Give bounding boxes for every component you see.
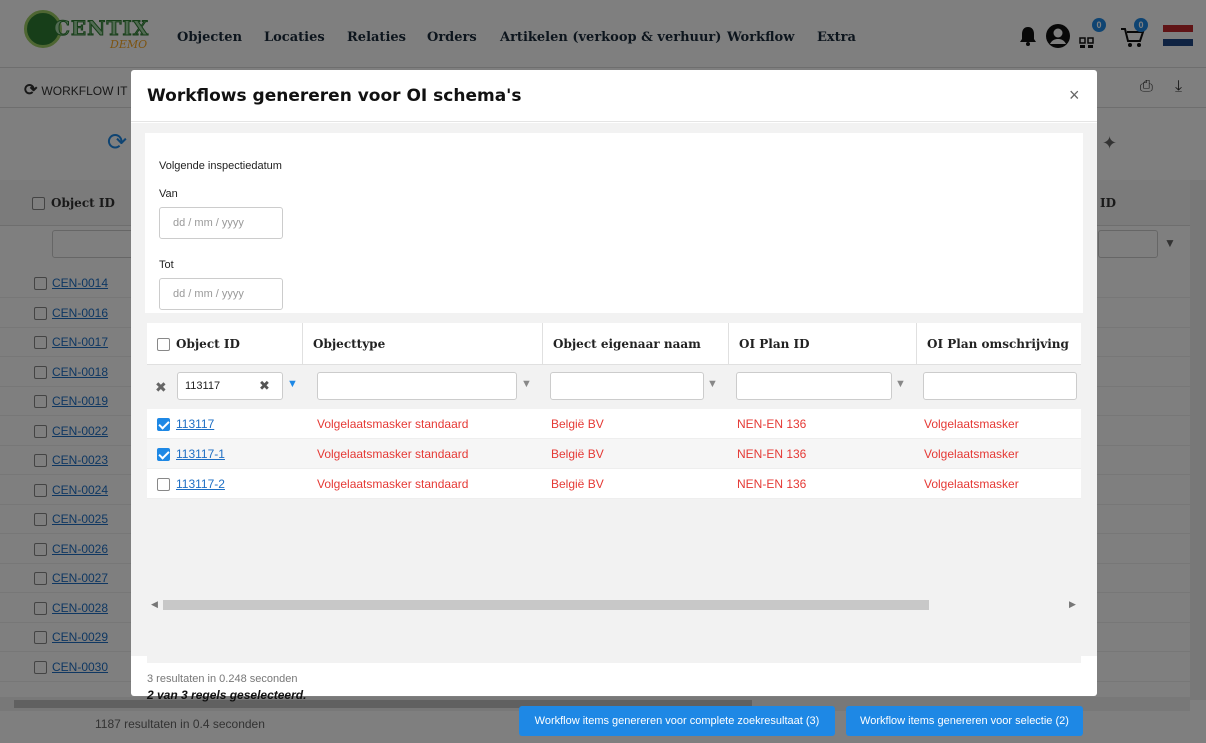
grid-header: Object ID Objecttype Object eigenaar naa…	[147, 323, 1081, 365]
col-eigenaar[interactable]: Object eigenaar naam	[543, 323, 729, 365]
eigenaar-filter-icon[interactable]: ▼	[707, 378, 718, 390]
grid-row[interactable]: 113117 Volgelaatsmasker standaard België B…	[147, 409, 1081, 439]
to-label: Tot	[159, 259, 174, 271]
col-objecttype[interactable]: Objecttype	[303, 323, 543, 365]
generate-all-button[interactable]: Workflow items genereren voor complete z…	[519, 706, 835, 736]
cell-omschrijving: Volgelaatsmasker	[924, 447, 1019, 461]
cell-omschrijving: Volgelaatsmasker	[924, 477, 1019, 491]
cell-plan-id: NEN-EN 136	[737, 477, 807, 491]
row-select-cell: 113117-2	[157, 469, 225, 499]
cell-eigenaar: België BV	[551, 417, 604, 431]
eigenaar-filter-input[interactable]	[550, 372, 704, 400]
object-id-link[interactable]: 113117	[176, 417, 214, 431]
cell-plan-id: NEN-EN 136	[737, 417, 807, 431]
filter-active-icon[interactable]: ▼	[287, 378, 298, 390]
col-plan-omschrijving[interactable]: OI Plan omschrijving	[917, 323, 1081, 365]
from-label: Van	[159, 188, 178, 200]
cell-objecttype: Volgelaatsmasker standaard	[317, 477, 469, 491]
grid-scroll-thumb[interactable]	[163, 600, 929, 610]
grid-filter-row: ✖ 113117 ✖ ▼ ▼ ▼ ▼	[147, 365, 1081, 409]
col-object-id[interactable]: Object ID	[147, 323, 303, 365]
select-all-checkbox[interactable]	[157, 338, 170, 351]
object-id-link[interactable]: 113117-2	[176, 477, 225, 491]
grid-row[interactable]: 113117-1 Volgelaatsmasker standaard België…	[147, 439, 1081, 469]
cell-omschrijving: Volgelaatsmasker	[924, 417, 1019, 431]
cell-eigenaar: België BV	[551, 447, 604, 461]
plan-id-filter-input[interactable]	[736, 372, 892, 400]
scroll-left-icon[interactable]: ◀	[151, 599, 158, 610]
objects-grid: Object ID Objecttype Object eigenaar naa…	[147, 323, 1081, 663]
from-date-input[interactable]: dd / mm / yyyy	[159, 207, 283, 239]
cell-plan-id: NEN-EN 136	[737, 447, 807, 461]
row-checkbox[interactable]	[157, 478, 170, 492]
generate-selection-button[interactable]: Workflow items genereren voor selectie (…	[846, 706, 1083, 736]
cell-eigenaar: België BV	[551, 477, 604, 491]
date-filter-card: Volgende inspectiedatum Van dd / mm / yy…	[145, 133, 1083, 313]
plan-id-filter-icon[interactable]: ▼	[895, 378, 906, 390]
row-checkbox[interactable]	[157, 448, 170, 462]
grid-row[interactable]: 113117-2 Volgelaatsmasker standaard België…	[147, 469, 1081, 499]
clear-input-icon[interactable]: ✖	[259, 378, 270, 394]
grid-horizontal-scrollbar[interactable]: ◀ ▶	[147, 597, 1081, 613]
row-select-cell: 113117-1	[157, 439, 225, 469]
objecttype-filter-icon[interactable]: ▼	[521, 378, 532, 390]
result-count: 3 resultaten in 0.248 seconden	[147, 673, 298, 685]
workflow-modal: Workflows genereren voor OI schema's × V…	[131, 70, 1097, 736]
row-checkbox[interactable]	[157, 418, 170, 432]
modal-body: Volgende inspectiedatum Van dd / mm / yy…	[131, 123, 1097, 736]
selection-count: 2 van 3 regels geselecteerd.	[147, 688, 307, 702]
scroll-right-icon[interactable]: ▶	[1069, 599, 1076, 610]
omschrijving-filter-input[interactable]	[923, 372, 1077, 400]
next-inspection-label: Volgende inspectiedatum	[159, 160, 282, 172]
modal-header: Workflows genereren voor OI schema's ×	[131, 70, 1097, 122]
to-date-input[interactable]: dd / mm / yyyy	[159, 278, 283, 310]
cell-objecttype: Volgelaatsmasker standaard	[317, 447, 469, 461]
object-id-link[interactable]: 113117-1	[176, 447, 225, 461]
col-plan-id[interactable]: OI Plan ID	[729, 323, 917, 365]
row-select-cell: 113117	[157, 409, 214, 439]
modal-title: Workflows genereren voor OI schema's	[147, 86, 522, 106]
objecttype-filter-input[interactable]	[317, 372, 517, 400]
clear-filters-icon[interactable]: ✖	[155, 379, 167, 396]
close-icon[interactable]: ×	[1069, 85, 1080, 106]
cell-objecttype: Volgelaatsmasker standaard	[317, 417, 469, 431]
